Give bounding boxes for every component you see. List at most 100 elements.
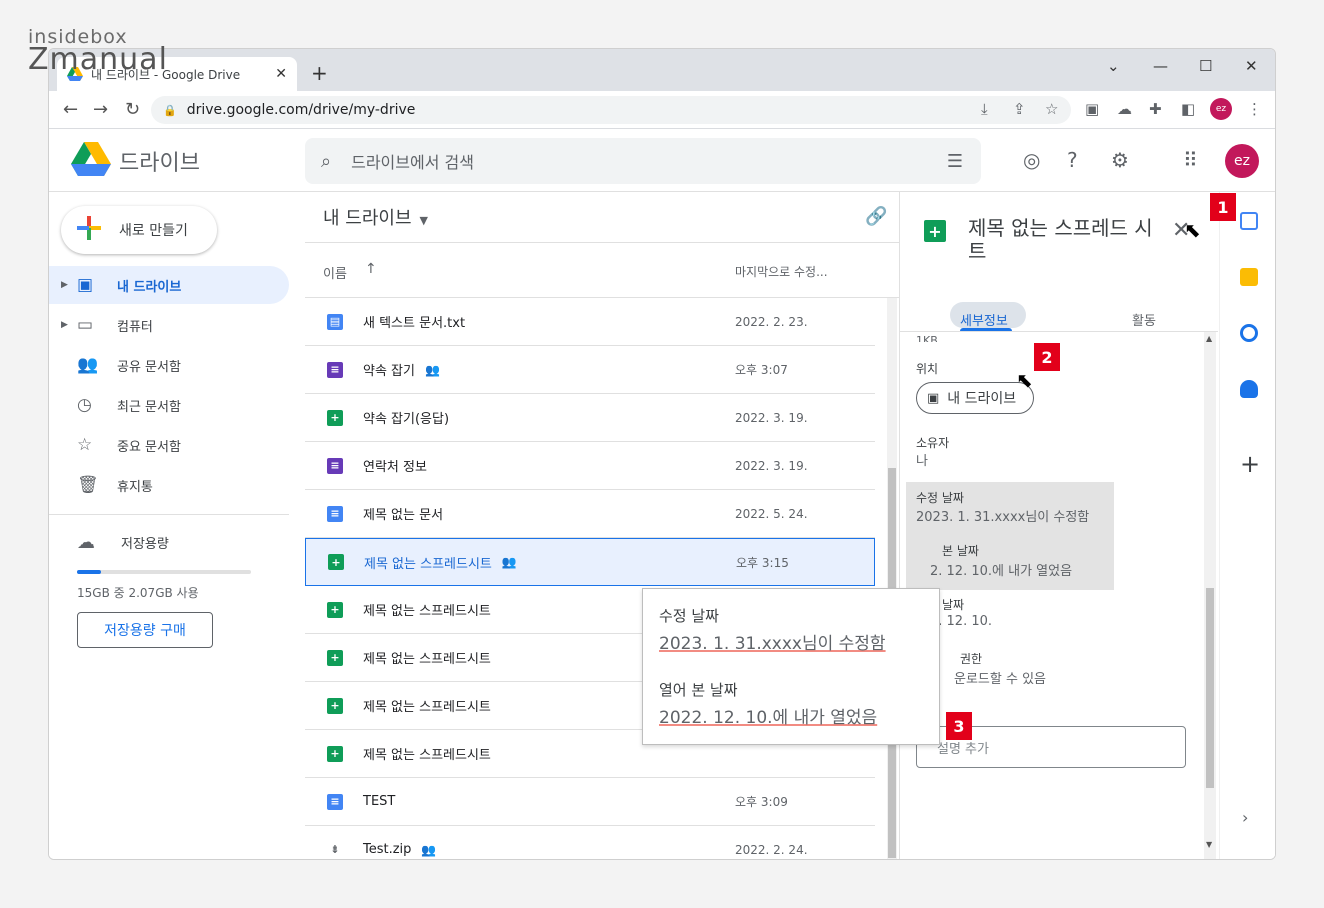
install-icon[interactable]: ⤓ xyxy=(981,100,988,118)
file-modified-date: 2022. 2. 24. xyxy=(735,842,808,857)
window-close-button[interactable]: ✕ xyxy=(1245,57,1258,75)
sidebar-item-recent[interactable]: ◷ 최근 문서함 xyxy=(49,386,289,424)
url-field[interactable]: 🔒 drive.google.com/drive/my-drive xyxy=(151,96,1071,124)
column-name[interactable]: 이름 xyxy=(323,263,347,282)
reload-icon[interactable]: ↻ xyxy=(125,99,140,120)
details-panel: + 제목 없는 스프레드 시트 ✕ 세부정보 활동 1KB 위치 ▣ 내 드라이… xyxy=(899,192,1219,859)
side-apps-panel: + › xyxy=(1219,192,1275,859)
drive-logo-icon[interactable] xyxy=(71,142,111,176)
new-button[interactable]: 새로 만들기 xyxy=(61,206,217,254)
sort-arrow-up-icon[interactable]: ↑ xyxy=(365,261,377,277)
column-modified[interactable]: 마지막으로 수정... xyxy=(735,263,828,280)
file-row[interactable]: ≡ TEST 오후 3:09 xyxy=(305,778,875,826)
side-panel-icon[interactable]: ◧ xyxy=(1181,100,1195,118)
sheets-file-icon: + xyxy=(924,220,946,242)
copy-link-icon[interactable]: 🔗 xyxy=(865,206,887,227)
date-tooltip: 수정 날짜 2023. 1. 31.xxxx님이 수정함 열어 본 날짜 202… xyxy=(642,588,940,745)
expand-caret-icon[interactable]: ▶ xyxy=(61,320,77,330)
scroll-down-icon[interactable]: ▼ xyxy=(1206,840,1212,849)
step-badge-1: 1 xyxy=(1210,193,1236,221)
search-options-icon[interactable]: ☰ xyxy=(947,151,963,172)
owner-label: 소유자 xyxy=(916,436,950,450)
scroll-up-icon[interactable]: ▲ xyxy=(1206,334,1212,343)
extension-slides-icon[interactable]: ▣ xyxy=(1085,100,1099,118)
keep-icon[interactable] xyxy=(1240,268,1258,286)
file-name-cell: 제목 없는 스프레드시트 xyxy=(363,744,875,763)
url-text: drive.google.com/drive/my-drive xyxy=(186,102,416,118)
file-row[interactable]: ▤ 새 텍스트 문서.txt 2022. 2. 23. xyxy=(305,298,875,346)
extension-cloud-icon[interactable]: ☁ xyxy=(1117,100,1132,118)
sidebar-item-label: 휴지통 xyxy=(117,479,153,495)
file-row[interactable]: ≡ 연락처 정보 2022. 3. 19. xyxy=(305,442,875,490)
sidebar-item-shared[interactable]: 👥 공유 문서함 xyxy=(49,346,289,384)
file-row[interactable]: ≡ 약속 잡기 👥 오후 3:07 xyxy=(305,346,875,394)
sidebar-item-label: 중요 문서함 xyxy=(117,439,181,455)
extensions-puzzle-icon[interactable]: ✚ xyxy=(1149,100,1162,118)
forward-icon[interactable]: → xyxy=(93,99,108,120)
back-icon[interactable]: ← xyxy=(63,99,78,120)
help-icon[interactable]: ? xyxy=(1067,148,1078,172)
new-tab-button[interactable]: + xyxy=(311,61,328,85)
star-icon: ☆ xyxy=(77,435,93,455)
size-value: 1KB xyxy=(916,334,938,342)
cloud-icon: ☁ xyxy=(77,532,95,553)
account-avatar[interactable]: ez xyxy=(1225,144,1259,178)
file-name-cell: 제목 없는 스프레드시트 👥 xyxy=(364,553,874,572)
buy-storage-button[interactable]: 저장용량 구매 xyxy=(77,612,213,648)
search-icon[interactable]: ⌕ xyxy=(321,151,331,172)
chevron-down-icon: ▼ xyxy=(419,214,428,227)
sidebar-item-label: 컴퓨터 xyxy=(117,319,153,335)
sheet-file-icon: + xyxy=(327,745,343,762)
file-name-cell: TEST xyxy=(363,794,875,809)
opened-value: 2. 12. 10.에 내가 열었음 xyxy=(930,564,1073,579)
sidebar-item-computers[interactable]: ▶ ▭ 컴퓨터 xyxy=(49,306,289,344)
watermark: insidebox Zmanual xyxy=(28,26,168,77)
tab-details[interactable]: 세부정보 xyxy=(960,310,1008,329)
apps-grid-icon[interactable]: ⠿ xyxy=(1183,148,1198,172)
details-scrollbar-thumb[interactable] xyxy=(1206,588,1214,788)
sheet-file-icon: + xyxy=(328,554,344,570)
maximize-button[interactable]: ☐ xyxy=(1199,57,1212,75)
expand-caret-icon[interactable]: ▶ xyxy=(61,280,77,290)
minimize-button[interactable]: — xyxy=(1153,57,1168,75)
sidebar-item-trash[interactable]: 🗑 휴지통 xyxy=(49,466,289,504)
file-row[interactable]: ⇟ Test.zip 👥 2022. 2. 24. xyxy=(305,826,875,859)
tab-activity[interactable]: 활동 xyxy=(1132,310,1156,329)
add-addon-plus-icon[interactable]: + xyxy=(1240,450,1260,478)
file-modified-date: 2022. 2. 23. xyxy=(735,314,808,329)
sidebar-item-starred[interactable]: ☆ 중요 문서함 xyxy=(49,426,289,464)
ready-offline-icon[interactable]: ◎ xyxy=(1023,148,1040,172)
calendar-icon[interactable] xyxy=(1240,212,1258,230)
browser-profile-avatar[interactable]: ez xyxy=(1210,98,1232,120)
tasks-icon[interactable] xyxy=(1240,324,1258,342)
sheet-file-icon: + xyxy=(327,601,343,618)
file-name: 제목 없는 문서 xyxy=(363,508,444,523)
file-row[interactable]: + 제목 없는 스프레드시트 👥 오후 3:15 xyxy=(305,538,875,586)
file-list-scrollbar[interactable] xyxy=(887,298,897,859)
breadcrumb[interactable]: 내 드라이브 ▼ xyxy=(323,204,428,230)
file-name: 제목 없는 스프레드시트 xyxy=(363,700,491,715)
tab-search-icon[interactable]: ⌄ xyxy=(1107,57,1120,75)
file-row[interactable]: + 약속 잡기(응답) 2022. 3. 19. xyxy=(305,394,875,442)
details-scrollbar[interactable]: ▲ ▼ xyxy=(1204,332,1216,859)
expand-panel-chevron-icon[interactable]: › xyxy=(1242,808,1248,827)
contacts-icon[interactable] xyxy=(1240,380,1258,398)
drive-folder-icon: ▣ xyxy=(927,390,940,406)
storage-label: 저장용량 xyxy=(121,537,169,552)
file-name-cell: 약속 잡기 👥 xyxy=(363,360,875,380)
sidebar-item-storage[interactable]: ☁ 저장용량 xyxy=(77,532,169,553)
details-title: 제목 없는 스프레드 시트 xyxy=(968,216,1153,263)
tab-close-icon[interactable]: ✕ xyxy=(275,66,287,82)
file-modified-date: 오후 3:07 xyxy=(735,363,788,377)
watermark-bottom: Zmanual xyxy=(28,42,168,77)
tooltip-modified-value: 2023. 1. 31.xxxx님이 수정함 xyxy=(659,634,886,654)
search-input[interactable]: ⌕ 드라이브에서 검색 ☰ xyxy=(305,138,981,184)
sidebar: 새로 만들기 ▶ ▣ 내 드라이브 ▶ ▭ 컴퓨터 👥 공유 문서함 ◷ 최근 … xyxy=(49,192,305,859)
sidebar-item-my-drive[interactable]: ▶ ▣ 내 드라이브 xyxy=(49,266,289,304)
file-name: 약속 잡기(응답) xyxy=(363,412,450,427)
share-icon[interactable]: ⇪ xyxy=(1013,100,1026,118)
browser-menu-icon[interactable]: ⋮ xyxy=(1247,100,1262,118)
file-row[interactable]: ≡ 제목 없는 문서 2022. 5. 24. xyxy=(305,490,875,538)
settings-gear-icon[interactable]: ⚙ xyxy=(1111,148,1129,172)
bookmark-star-icon[interactable]: ☆ xyxy=(1045,100,1058,118)
